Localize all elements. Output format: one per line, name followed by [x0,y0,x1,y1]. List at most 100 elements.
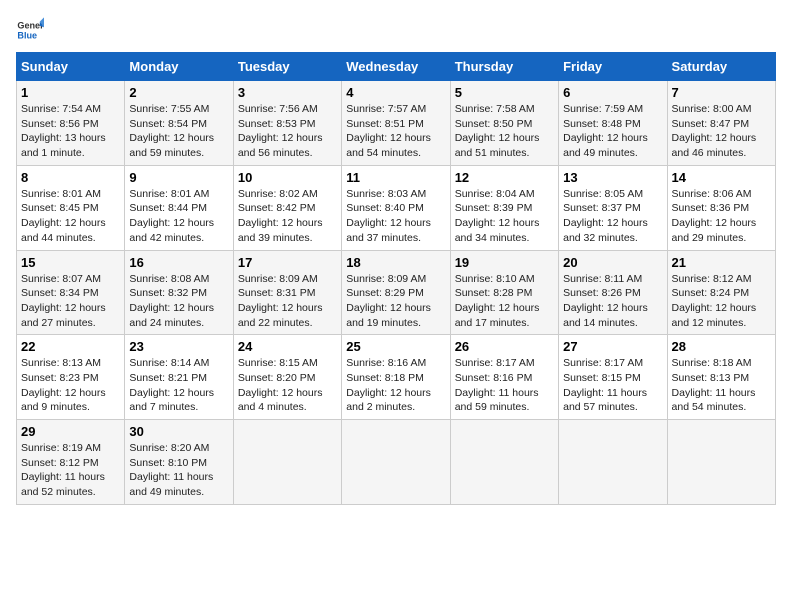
calendar-cell: 12 Sunrise: 8:04 AM Sunset: 8:39 PM Dayli… [450,165,558,250]
calendar-cell: 4Sunrise: 7:57 AM Sunset: 8:51 PM Daylig… [342,81,450,166]
header-friday: Friday [559,53,667,81]
day-number: 27 [563,339,662,354]
day-info: Sunrise: 7:57 AM Sunset: 8:51 PM Dayligh… [346,102,445,161]
calendar-cell: 20Sunrise: 8:11 AM Sunset: 8:26 PM Dayli… [559,250,667,335]
day-number: 3 [238,85,337,100]
day-number: 14 [672,170,771,185]
day-number: 18 [346,255,445,270]
calendar-cell: 17Sunrise: 8:09 AM Sunset: 8:31 PM Dayli… [233,250,341,335]
calendar-cell: 24 Sunrise: 8:15 AM Sunset: 8:20 PM Dayli… [233,335,341,420]
calendar-cell: 30 Sunrise: 8:20 AM Sunset: 8:10 PM Dayli… [125,420,233,505]
day-info: Sunrise: 8:17 AM Sunset: 8:15 PM Dayligh… [563,356,662,415]
day-number: 24 [238,339,337,354]
day-info: Sunrise: 8:02 AM Sunset: 8:42 PM Dayligh… [238,187,337,246]
day-info: Sunrise: 8:01 AM Sunset: 8:44 PM Dayligh… [129,187,228,246]
day-info: Sunrise: 8:16 AM Sunset: 8:18 PM Dayligh… [346,356,445,415]
day-info: Sunrise: 7:54 AM Sunset: 8:56 PM Dayligh… [21,102,120,161]
calendar-week-2: 8 Sunrise: 8:01 AM Sunset: 8:45 PM Daylig… [17,165,776,250]
calendar-cell: 15 Sunrise: 8:07 AM Sunset: 8:34 PM Dayli… [17,250,125,335]
day-number: 5 [455,85,554,100]
calendar-week-5: 29 Sunrise: 8:19 AM Sunset: 8:12 PM Dayli… [17,420,776,505]
day-number: 8 [21,170,120,185]
day-number: 15 [21,255,120,270]
calendar-cell [667,420,775,505]
day-info: Sunrise: 8:14 AM Sunset: 8:21 PM Dayligh… [129,356,228,415]
day-info: Sunrise: 8:00 AM Sunset: 8:47 PM Dayligh… [672,102,771,161]
day-number: 22 [21,339,120,354]
day-info: Sunrise: 8:19 AM Sunset: 8:12 PM Dayligh… [21,441,120,500]
calendar-table: SundayMondayTuesdayWednesdayThursdayFrid… [16,52,776,505]
header-wednesday: Wednesday [342,53,450,81]
calendar-cell: 21 Sunrise: 8:12 AM Sunset: 8:24 PM Dayli… [667,250,775,335]
day-number: 7 [672,85,771,100]
day-info: Sunrise: 8:20 AM Sunset: 8:10 PM Dayligh… [129,441,228,500]
day-number: 19 [455,255,554,270]
calendar-cell [450,420,558,505]
logo-icon: General Blue [16,16,44,44]
day-number: 30 [129,424,228,439]
calendar-cell: 28 Sunrise: 8:18 AM Sunset: 8:13 PM Dayli… [667,335,775,420]
calendar-week-3: 15 Sunrise: 8:07 AM Sunset: 8:34 PM Dayli… [17,250,776,335]
logo: General Blue [16,16,48,44]
day-info: Sunrise: 8:13 AM Sunset: 8:23 PM Dayligh… [21,356,120,415]
calendar-cell: 25 Sunrise: 8:16 AM Sunset: 8:18 PM Dayli… [342,335,450,420]
header-saturday: Saturday [667,53,775,81]
calendar-cell: 6Sunrise: 7:59 AM Sunset: 8:48 PM Daylig… [559,81,667,166]
day-number: 1 [21,85,120,100]
calendar-cell [342,420,450,505]
day-info: Sunrise: 8:05 AM Sunset: 8:37 PM Dayligh… [563,187,662,246]
day-info: Sunrise: 7:59 AM Sunset: 8:48 PM Dayligh… [563,102,662,161]
calendar-cell: 8 Sunrise: 8:01 AM Sunset: 8:45 PM Daylig… [17,165,125,250]
day-info: Sunrise: 8:07 AM Sunset: 8:34 PM Dayligh… [21,272,120,331]
day-number: 17 [238,255,337,270]
calendar-cell: 18 Sunrise: 8:09 AM Sunset: 8:29 PM Dayli… [342,250,450,335]
day-info: Sunrise: 8:11 AM Sunset: 8:26 PM Dayligh… [563,272,662,331]
day-number: 16 [129,255,228,270]
header-monday: Monday [125,53,233,81]
header-sunday: Sunday [17,53,125,81]
day-info: Sunrise: 8:09 AM Sunset: 8:29 PM Dayligh… [346,272,445,331]
calendar-cell: 19 Sunrise: 8:10 AM Sunset: 8:28 PM Dayli… [450,250,558,335]
calendar-cell: 5Sunrise: 7:58 AM Sunset: 8:50 PM Daylig… [450,81,558,166]
day-info: Sunrise: 7:55 AM Sunset: 8:54 PM Dayligh… [129,102,228,161]
day-number: 9 [129,170,228,185]
calendar-cell: 10 Sunrise: 8:02 AM Sunset: 8:42 PM Dayli… [233,165,341,250]
day-info: Sunrise: 8:03 AM Sunset: 8:40 PM Dayligh… [346,187,445,246]
calendar-cell: 16 Sunrise: 8:08 AM Sunset: 8:32 PM Dayli… [125,250,233,335]
header: General Blue [16,16,776,44]
day-info: Sunrise: 8:18 AM Sunset: 8:13 PM Dayligh… [672,356,771,415]
day-number: 13 [563,170,662,185]
day-number: 12 [455,170,554,185]
calendar-week-4: 22 Sunrise: 8:13 AM Sunset: 8:23 PM Dayli… [17,335,776,420]
day-info: Sunrise: 8:17 AM Sunset: 8:16 PM Dayligh… [455,356,554,415]
header-tuesday: Tuesday [233,53,341,81]
calendar-cell [233,420,341,505]
calendar-cell: 13 Sunrise: 8:05 AM Sunset: 8:37 PM Dayli… [559,165,667,250]
day-number: 29 [21,424,120,439]
day-number: 26 [455,339,554,354]
day-info: Sunrise: 8:08 AM Sunset: 8:32 PM Dayligh… [129,272,228,331]
calendar-cell: 3 Sunrise: 7:56 AM Sunset: 8:53 PM Daylig… [233,81,341,166]
calendar-cell: 27 Sunrise: 8:17 AM Sunset: 8:15 PM Dayli… [559,335,667,420]
day-number: 11 [346,170,445,185]
calendar-cell: 9 Sunrise: 8:01 AM Sunset: 8:44 PM Daylig… [125,165,233,250]
calendar-cell: 23Sunrise: 8:14 AM Sunset: 8:21 PM Dayli… [125,335,233,420]
calendar-cell: 1 Sunrise: 7:54 AM Sunset: 8:56 PM Daylig… [17,81,125,166]
day-number: 25 [346,339,445,354]
calendar-week-1: 1 Sunrise: 7:54 AM Sunset: 8:56 PM Daylig… [17,81,776,166]
day-info: Sunrise: 7:56 AM Sunset: 8:53 PM Dayligh… [238,102,337,161]
day-number: 21 [672,255,771,270]
calendar-cell: 7 Sunrise: 8:00 AM Sunset: 8:47 PM Daylig… [667,81,775,166]
day-info: Sunrise: 8:04 AM Sunset: 8:39 PM Dayligh… [455,187,554,246]
calendar-cell: 29 Sunrise: 8:19 AM Sunset: 8:12 PM Dayli… [17,420,125,505]
day-number: 10 [238,170,337,185]
day-info: Sunrise: 8:01 AM Sunset: 8:45 PM Dayligh… [21,187,120,246]
day-number: 28 [672,339,771,354]
calendar-cell: 2 Sunrise: 7:55 AM Sunset: 8:54 PM Daylig… [125,81,233,166]
header-thursday: Thursday [450,53,558,81]
calendar-cell: 14Sunrise: 8:06 AM Sunset: 8:36 PM Dayli… [667,165,775,250]
day-info: Sunrise: 8:15 AM Sunset: 8:20 PM Dayligh… [238,356,337,415]
day-number: 2 [129,85,228,100]
day-info: Sunrise: 8:10 AM Sunset: 8:28 PM Dayligh… [455,272,554,331]
day-info: Sunrise: 8:12 AM Sunset: 8:24 PM Dayligh… [672,272,771,331]
